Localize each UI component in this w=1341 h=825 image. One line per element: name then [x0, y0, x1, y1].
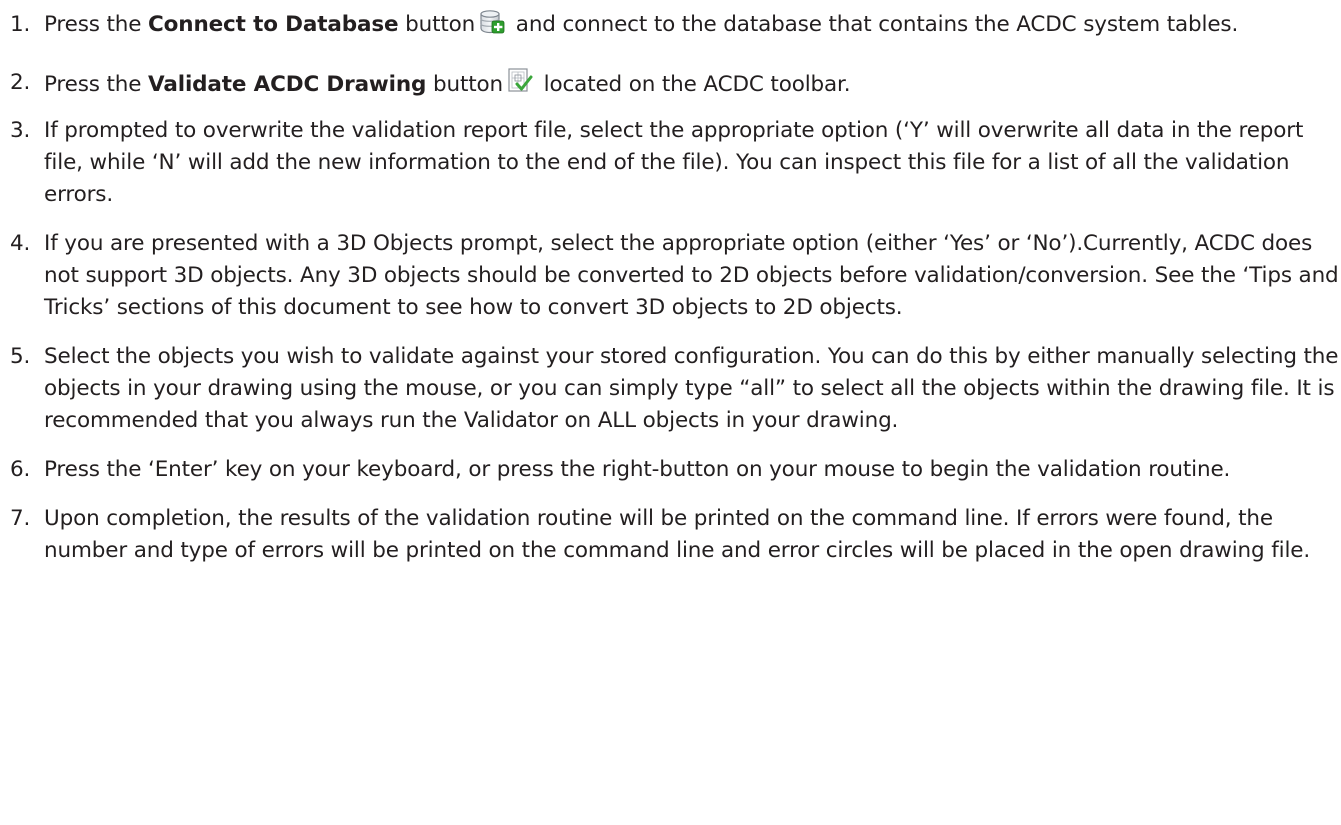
step-number: 7. [10, 506, 31, 531]
step-text: Press the ‘Enter’ key on your keyboard, … [44, 457, 1231, 482]
validate-drawing-icon [507, 67, 533, 95]
button-name: Validate ACDC Drawing [148, 72, 427, 97]
step-number: 2. [10, 70, 31, 95]
step-number: 6. [10, 457, 31, 482]
instruction-document: 1. Press the Connect to Database button [0, 0, 1341, 825]
step-text: located on the ACDC toolbar. [536, 72, 851, 97]
step-7: 7. Upon completion, the results of the v… [10, 503, 1341, 567]
step-text: If prompted to overwrite the validation … [44, 118, 1304, 207]
step-number: 3. [10, 118, 31, 143]
step-text: Press the [44, 72, 149, 97]
step-3: 3. If prompted to overwrite the validati… [10, 115, 1341, 211]
button-name: Connect to Database [148, 12, 399, 37]
step-5: 5. Select the objects you wish to valida… [10, 341, 1341, 437]
step-number: 5. [10, 344, 31, 369]
step-4: 4. If you are presented with a 3D Object… [10, 228, 1341, 324]
database-add-icon [479, 9, 505, 35]
step-number: 4. [10, 231, 31, 256]
step-1: 1. Press the Connect to Database button [10, 9, 1341, 41]
step-text: button [398, 12, 476, 37]
step-text: Select the objects you wish to validate … [44, 344, 1339, 433]
step-list: 1. Press the Connect to Database button [10, 9, 1341, 567]
step-text: If you are presented with a 3D Objects p… [44, 231, 1339, 320]
step-text: Upon completion, the results of the vali… [44, 506, 1311, 563]
step-text: and connect to the database that contain… [509, 12, 1239, 37]
step-text: Press the [44, 12, 149, 37]
step-2: 2. Press the Validate ACDC Drawing butto… [10, 67, 1341, 101]
step-6: 6. Press the ‘Enter’ key on your keyboar… [10, 454, 1341, 486]
step-text: button [426, 72, 503, 97]
step-number: 1. [10, 12, 31, 37]
